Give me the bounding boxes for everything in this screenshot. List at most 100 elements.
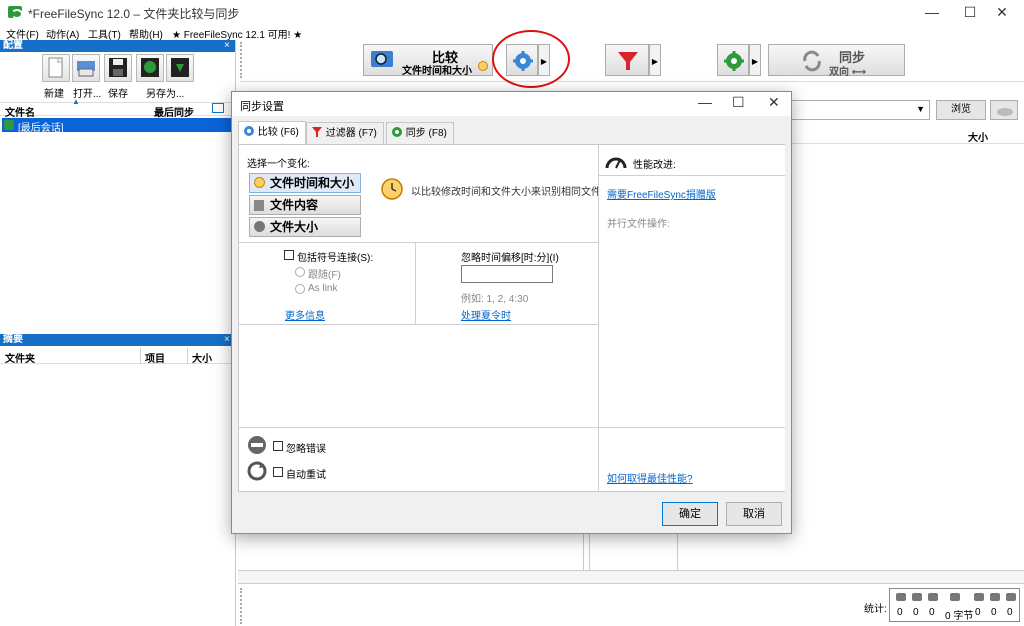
time-shift-input[interactable]	[461, 265, 553, 283]
menu-actions[interactable]: 动作(A)	[46, 26, 79, 41]
include-symlinks-label: 包括符号连接(S):	[297, 253, 374, 264]
summary-panel-close-icon[interactable]: ×	[224, 334, 230, 346]
tab-sync[interactable]: 同步 (F8)	[386, 122, 454, 144]
filter-funnel-icon	[618, 52, 638, 70]
stat-value: 0	[929, 607, 935, 618]
variant-content-button[interactable]: 文件内容	[249, 195, 361, 215]
create-right-icon	[974, 593, 984, 601]
ok-button[interactable]: 确定	[662, 502, 718, 526]
status-grip[interactable]	[240, 588, 244, 624]
sync-button[interactable]: 同步 双向 ⟷	[768, 44, 905, 78]
tab-compare[interactable]: 比较 (F6)	[238, 121, 306, 144]
filter-funnel-icon	[312, 127, 322, 137]
blue-gear-icon	[244, 126, 254, 136]
variant-time-size-button[interactable]: 文件时间和大小	[249, 173, 361, 193]
dialog-title: 同步设置	[240, 101, 284, 113]
dialog-minimize-button[interactable]: —	[698, 94, 712, 110]
open-config-button[interactable]	[72, 54, 100, 82]
choose-variant-label: 选择一个变化:	[247, 159, 310, 170]
sync-settings-dialog: 同步设置 — ☐ ✕ 比较 (F6) 过滤器 (F7) 同步 (F8) 选择一个…	[231, 91, 792, 534]
dialog-close-button[interactable]: ✕	[768, 94, 780, 111]
delete-left-icon	[928, 593, 938, 601]
filter-dropdown-arrow[interactable]: ▶	[649, 44, 661, 76]
cancel-button[interactable]: 取消	[726, 502, 782, 526]
config-panel-close-icon[interactable]: ×	[224, 40, 230, 52]
menu-update-available[interactable]: ★ FreeFileSync 12.1 可用! ★	[172, 26, 302, 41]
divider	[239, 427, 599, 428]
parallel-ops-label: 并行文件操作:	[607, 219, 670, 230]
tab-filter[interactable]: 过滤器 (F7)	[306, 122, 384, 144]
compare-variant-label: 文件时间和大小	[402, 66, 472, 77]
update-right-icon	[990, 593, 1000, 601]
batch-icon	[171, 58, 189, 77]
close-window-button[interactable]: ✕	[980, 0, 1024, 24]
sync-settings-button[interactable]	[717, 44, 749, 76]
performance-panel: 性能改进: 需要FreeFileSync捐赠版 并行文件操作: 如何取得最佳性能…	[599, 145, 785, 491]
menu-file[interactable]: 文件(F)	[6, 26, 39, 41]
sync-arrows-icon	[803, 50, 821, 72]
horizontal-scrollbar[interactable]	[238, 570, 1024, 584]
ignore-errors-checkbox[interactable]	[273, 441, 283, 451]
stat-value: 0	[897, 607, 903, 618]
save-config-button[interactable]	[104, 54, 132, 82]
filter-button[interactable]	[605, 44, 649, 76]
variant-size-button[interactable]: 文件大小	[249, 217, 361, 237]
divider	[415, 242, 416, 324]
stat-value: 0	[913, 607, 919, 618]
col-last-sync[interactable]: 最后同步	[154, 104, 194, 119]
window-title: *FreeFileSync 12.0 – 文件夹比较与同步	[28, 7, 240, 21]
sync-icon	[4, 120, 14, 130]
config-list-header	[0, 102, 235, 116]
col-items[interactable]: 项目	[145, 350, 165, 365]
as-link-label: As link	[308, 283, 338, 294]
green-gear-icon	[392, 127, 402, 137]
tab-compare-label: 比较 (F6)	[257, 127, 299, 138]
save-label: 保存	[108, 89, 128, 100]
col-folder[interactable]: 文件夹	[5, 350, 35, 365]
green-gear-icon	[724, 51, 744, 71]
dialog-maximize-button[interactable]: ☐	[732, 94, 745, 111]
follow-radio[interactable]	[295, 267, 305, 277]
list-item-last-session[interactable]: [最后会话]	[2, 118, 233, 134]
col-size[interactable]: 大小	[192, 350, 212, 365]
new-file-icon	[48, 57, 63, 78]
variant-size-label: 文件大小	[270, 220, 319, 234]
sync-dropdown-arrow[interactable]: ▶	[749, 44, 761, 76]
column-config-icon[interactable]	[212, 103, 224, 113]
donation-edition-link[interactable]: 需要FreeFileSync捐赠版	[607, 186, 716, 201]
tab-sync-label: 同步 (F8)	[405, 128, 447, 139]
col-divider	[140, 348, 141, 364]
save-as-config-button[interactable]	[136, 54, 164, 82]
best-performance-link[interactable]: 如何取得最佳性能?	[607, 470, 693, 485]
menu-tools[interactable]: 工具(T)	[88, 26, 121, 41]
cloud-button[interactable]	[990, 100, 1018, 120]
right-folder-input[interactable]: ▼	[790, 100, 930, 120]
include-symlinks-checkbox[interactable]	[284, 250, 294, 260]
handle-dst-link[interactable]: 处理夏令时	[461, 307, 511, 322]
toolbar-grip[interactable]	[240, 42, 244, 78]
browse-button[interactable]: 浏览	[936, 100, 986, 120]
stat-value: 0	[991, 607, 997, 618]
save-as-batch-button[interactable]	[166, 54, 194, 82]
annotation-circle	[492, 30, 570, 88]
auto-retry-label: 自动重试	[286, 470, 326, 481]
auto-retry-checkbox[interactable]	[273, 467, 283, 477]
clock-icon	[254, 177, 265, 188]
title-bar: *FreeFileSync 12.0 – 文件夹比较与同步 — ☐ ✕	[0, 0, 1024, 24]
alarm-clock-icon	[381, 178, 403, 200]
col-filename[interactable]: 文件名	[5, 104, 35, 119]
compare-button[interactable]: 比较 文件时间和大小	[363, 44, 493, 77]
dialog-title-bar: 同步设置 — ☐ ✕	[232, 92, 791, 116]
more-info-link[interactable]: 更多信息	[285, 307, 325, 322]
stat-value: 0	[1007, 607, 1013, 618]
config-panel: 配置 × 新建 打开... 保存 另存为... 文件名 ▲ 最后同步 [最后会话…	[0, 40, 236, 330]
grid-divider	[583, 534, 584, 570]
save-disk-icon	[109, 58, 127, 77]
new-config-button[interactable]	[42, 54, 70, 82]
tab-filter-label: 过滤器 (F7)	[325, 128, 377, 139]
as-link-radio[interactable]	[295, 284, 305, 294]
ignore-errors-label: 忽略错误	[286, 444, 326, 455]
menu-help[interactable]: 帮助(H)	[129, 26, 163, 41]
stat-value: 0	[975, 607, 981, 618]
file-size-icon	[254, 221, 265, 232]
